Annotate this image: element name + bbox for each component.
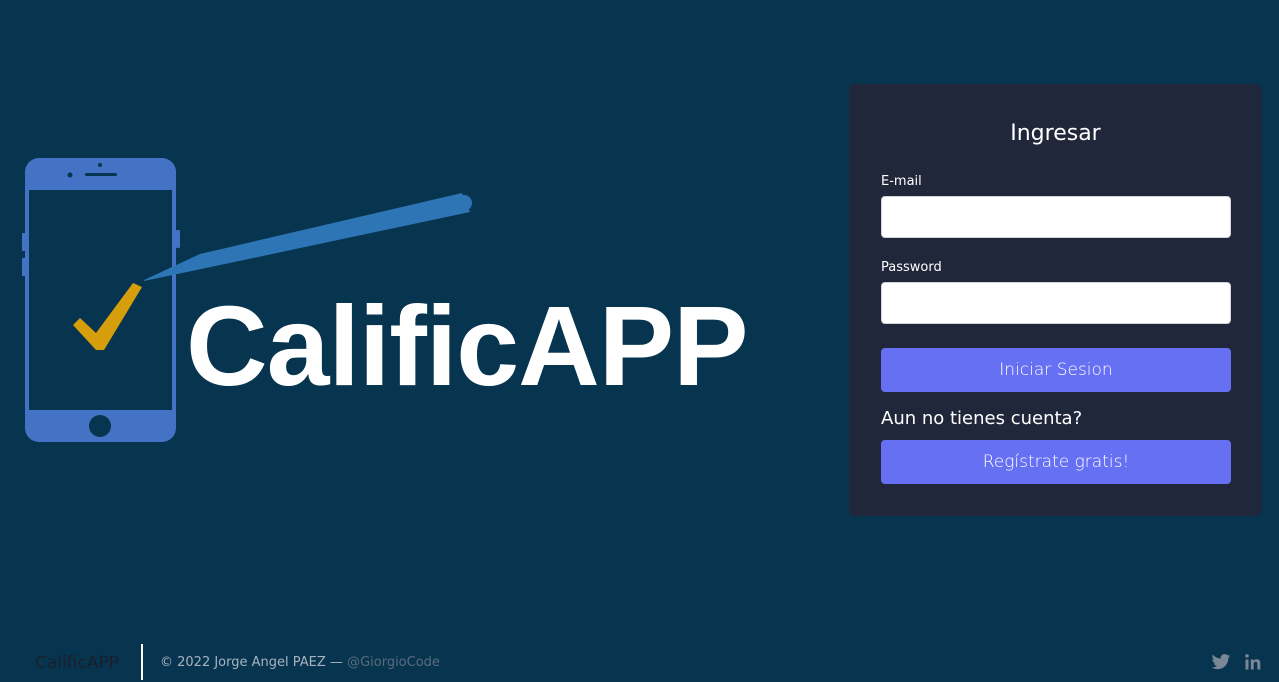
password-field[interactable] xyxy=(881,282,1231,324)
hero-logo: CalificAPP xyxy=(0,150,800,450)
footer-divider xyxy=(141,644,143,680)
twitter-icon xyxy=(1211,654,1231,670)
footer-copyright: © 2022 Jorge Angel PAEZ — @GiorgioCode xyxy=(160,654,440,672)
pen-icon xyxy=(144,193,472,281)
login-card: Ingresar E-mail Password Iniciar Sesion … xyxy=(849,84,1262,516)
register-button[interactable]: Regístrate gratis! xyxy=(881,440,1231,484)
password-label: Password xyxy=(881,260,942,275)
linkedin-link[interactable] xyxy=(1243,652,1263,672)
twitter-link[interactable] xyxy=(1211,652,1231,672)
brand-title: CalificAPP xyxy=(186,283,748,409)
phone-icon xyxy=(22,158,180,442)
footer-brand: CalificAPP xyxy=(35,653,119,673)
email-field[interactable] xyxy=(881,196,1231,238)
github-handle-link[interactable]: @GiorgioCode xyxy=(347,655,440,670)
copyright-text: © 2022 Jorge Angel PAEZ — xyxy=(160,655,343,670)
linkedin-icon xyxy=(1245,654,1261,670)
login-title: Ingresar xyxy=(1010,121,1101,146)
footer: CalificAPP © 2022 Jorge Angel PAEZ — @Gi… xyxy=(0,640,1279,682)
login-button[interactable]: Iniciar Sesion xyxy=(881,348,1231,392)
no-account-text: Aun no tienes cuenta? xyxy=(881,408,1083,429)
email-label: E-mail xyxy=(881,174,922,189)
